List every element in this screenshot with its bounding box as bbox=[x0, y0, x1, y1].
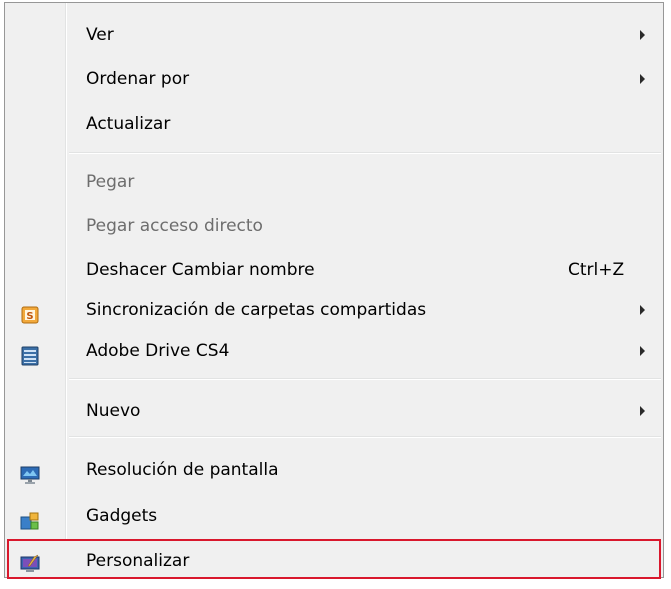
screen-resolution-icon bbox=[20, 460, 40, 484]
menu-item-label: Personalizar bbox=[86, 551, 190, 571]
submenu-arrow-icon bbox=[640, 30, 645, 40]
shortcut-text: Ctrl+Z bbox=[568, 260, 625, 280]
menu-item-ver[interactable]: Ver bbox=[7, 15, 661, 55]
menu-item-label: Nuevo bbox=[86, 401, 141, 421]
menu-item-label: Actualizar bbox=[86, 114, 171, 134]
menu-item-label: Ver bbox=[86, 25, 114, 45]
menu-separator bbox=[69, 378, 661, 380]
menu-item-ordenar-por[interactable]: Ordenar por bbox=[7, 59, 661, 99]
menu-item-label: Ordenar por bbox=[86, 69, 190, 89]
submenu-arrow-icon bbox=[640, 74, 645, 84]
desktop-context-menu: Ver Ordenar por Actualizar Pegar Pegar a… bbox=[4, 2, 664, 579]
menu-separator bbox=[69, 436, 661, 438]
menu-item-personalizar[interactable]: Personalizar bbox=[7, 539, 661, 579]
menu-item-gadgets[interactable]: Gadgets bbox=[7, 496, 661, 536]
menu-item-pegar: Pegar bbox=[7, 162, 661, 202]
menu-item-sincronizacion-carpetas[interactable]: S Sincronización de carpetas compartidas bbox=[7, 290, 661, 330]
submenu-arrow-icon bbox=[640, 406, 645, 416]
menu-item-resolucion-pantalla[interactable]: Resolución de pantalla bbox=[7, 450, 661, 490]
menu-item-label: Pegar bbox=[86, 172, 135, 192]
gadgets-icon bbox=[20, 506, 40, 530]
submenu-arrow-icon bbox=[640, 305, 645, 315]
svg-text:S: S bbox=[26, 311, 33, 322]
menu-separator bbox=[69, 152, 661, 154]
menu-item-label: Resolución de pantalla bbox=[86, 460, 279, 480]
menu-item-actualizar[interactable]: Actualizar bbox=[7, 104, 661, 144]
adobe-drive-icon bbox=[20, 341, 40, 366]
menu-item-label: Deshacer Cambiar nombre bbox=[86, 260, 315, 280]
menu-item-label: Gadgets bbox=[86, 506, 158, 526]
menu-item-label: Pegar acceso directo bbox=[86, 216, 263, 236]
menu-item-pegar-acceso-directo: Pegar acceso directo bbox=[7, 206, 661, 246]
menu-item-label: Adobe Drive CS4 bbox=[86, 341, 230, 361]
menu-item-adobe-drive[interactable]: Adobe Drive CS4 bbox=[7, 331, 661, 371]
menu-item-deshacer-cambiar-nombre[interactable]: Deshacer Cambiar nombre Ctrl+Z bbox=[7, 250, 661, 290]
submenu-arrow-icon bbox=[640, 346, 645, 356]
sharepoint-sync-icon: S bbox=[20, 300, 40, 324]
menu-item-label: Sincronización de carpetas compartidas bbox=[86, 300, 427, 320]
menu-item-nuevo[interactable]: Nuevo bbox=[7, 391, 661, 431]
personalize-icon bbox=[20, 549, 40, 572]
